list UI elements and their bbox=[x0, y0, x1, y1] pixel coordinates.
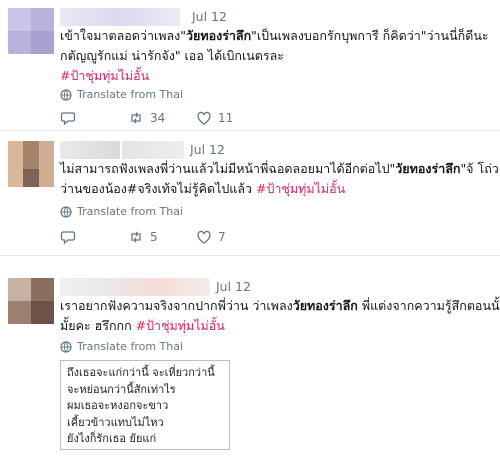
user-handle-blurred[interactable] bbox=[122, 141, 184, 159]
image-text-line: ยังไงก็รักเธอ ยัยแก่ bbox=[67, 432, 157, 445]
retweet-button[interactable]: 34 bbox=[128, 110, 196, 126]
image-text-line: ผมเธอจะหงอกจะขาว bbox=[67, 399, 169, 412]
heart-icon bbox=[197, 230, 211, 244]
translate-link[interactable]: Translate from Thai bbox=[60, 205, 183, 218]
heart-icon bbox=[197, 111, 211, 125]
like-button[interactable]: 11 bbox=[196, 110, 264, 126]
tweet-text: เราอยากฟังความจริงจากปากพี่ว่าน ว่าเพลงว… bbox=[60, 298, 500, 333]
globe-icon bbox=[60, 340, 72, 353]
tweet-text: เข้าใจมาตลอดว่าเพลง"วัยทองร่าลึก"เป็นเพล… bbox=[60, 28, 489, 83]
retweet-count: 5 bbox=[150, 230, 158, 244]
user-name-blurred[interactable] bbox=[60, 8, 180, 26]
user-name-blurred[interactable] bbox=[60, 278, 210, 296]
retweet-icon bbox=[131, 231, 141, 243]
avatar[interactable] bbox=[8, 141, 54, 187]
tweet-text: ไม่สามารถฟังเพลงพี่ว่านแล้วไม่มีหน้าพี่ฉ… bbox=[60, 161, 500, 196]
like-count: 11 bbox=[218, 111, 234, 125]
translate-link[interactable]: Translate from Thai bbox=[60, 340, 183, 353]
avatar[interactable] bbox=[8, 278, 54, 324]
reply-icon bbox=[60, 112, 76, 126]
hashtag-link[interactable]: #ป้าชุ่มทุ่มไม่อั้น bbox=[60, 68, 149, 83]
translate-link[interactable]: Translate from Thai bbox=[60, 88, 183, 101]
hashtag-link[interactable]: #ป้าชุ่มทุ่มไม่อั้น bbox=[136, 318, 225, 333]
image-text-line: เคี้ยวข้าวแทบไม่ไหว bbox=[67, 415, 164, 429]
tweet-date[interactable]: Jul 12 bbox=[192, 9, 227, 24]
tweet-2: Jul 12 ไม่สามารถฟังเพลงพี่ว่านแล้วไม่มีห… bbox=[0, 131, 500, 256]
reply-button[interactable] bbox=[60, 110, 128, 126]
tweet-1: Jul 12 เข้าใจมาตลอดว่าเพลง"วัยทองร่าลึก"… bbox=[0, 0, 500, 131]
reply-icon bbox=[60, 231, 76, 245]
like-count: 7 bbox=[218, 230, 226, 244]
user-name-blurred[interactable] bbox=[60, 141, 120, 159]
avatar[interactable] bbox=[8, 8, 54, 54]
reply-button[interactable] bbox=[60, 229, 128, 245]
globe-icon bbox=[60, 88, 72, 101]
attached-image[interactable]: ถึงเธอจะแก่กว่านี้ จะเหี่ยวกว่านี้ จะหย่… bbox=[60, 360, 230, 450]
image-text-line: ถึงเธอจะแก่กว่านี้ จะเหี่ยวกว่านี้ bbox=[67, 366, 215, 379]
retweet-button[interactable]: 5 bbox=[128, 229, 196, 245]
tweet-date[interactable]: Jul 12 bbox=[216, 279, 251, 294]
hashtag-link[interactable]: #ป้าชุ่มทุ่มไม่อั้น bbox=[256, 181, 345, 196]
image-text-line: จะหย่อนกว่านี้สักเท่าไร bbox=[67, 382, 176, 396]
like-button[interactable]: 7 bbox=[196, 229, 264, 245]
tweet-3: Jul 12 เราอยากฟังความจริงจากปากพี่ว่าน ว… bbox=[0, 256, 500, 461]
globe-icon bbox=[60, 205, 72, 218]
tweet-date[interactable]: Jul 12 bbox=[190, 142, 225, 157]
retweet-count: 34 bbox=[150, 111, 166, 125]
retweet-icon bbox=[131, 112, 141, 124]
